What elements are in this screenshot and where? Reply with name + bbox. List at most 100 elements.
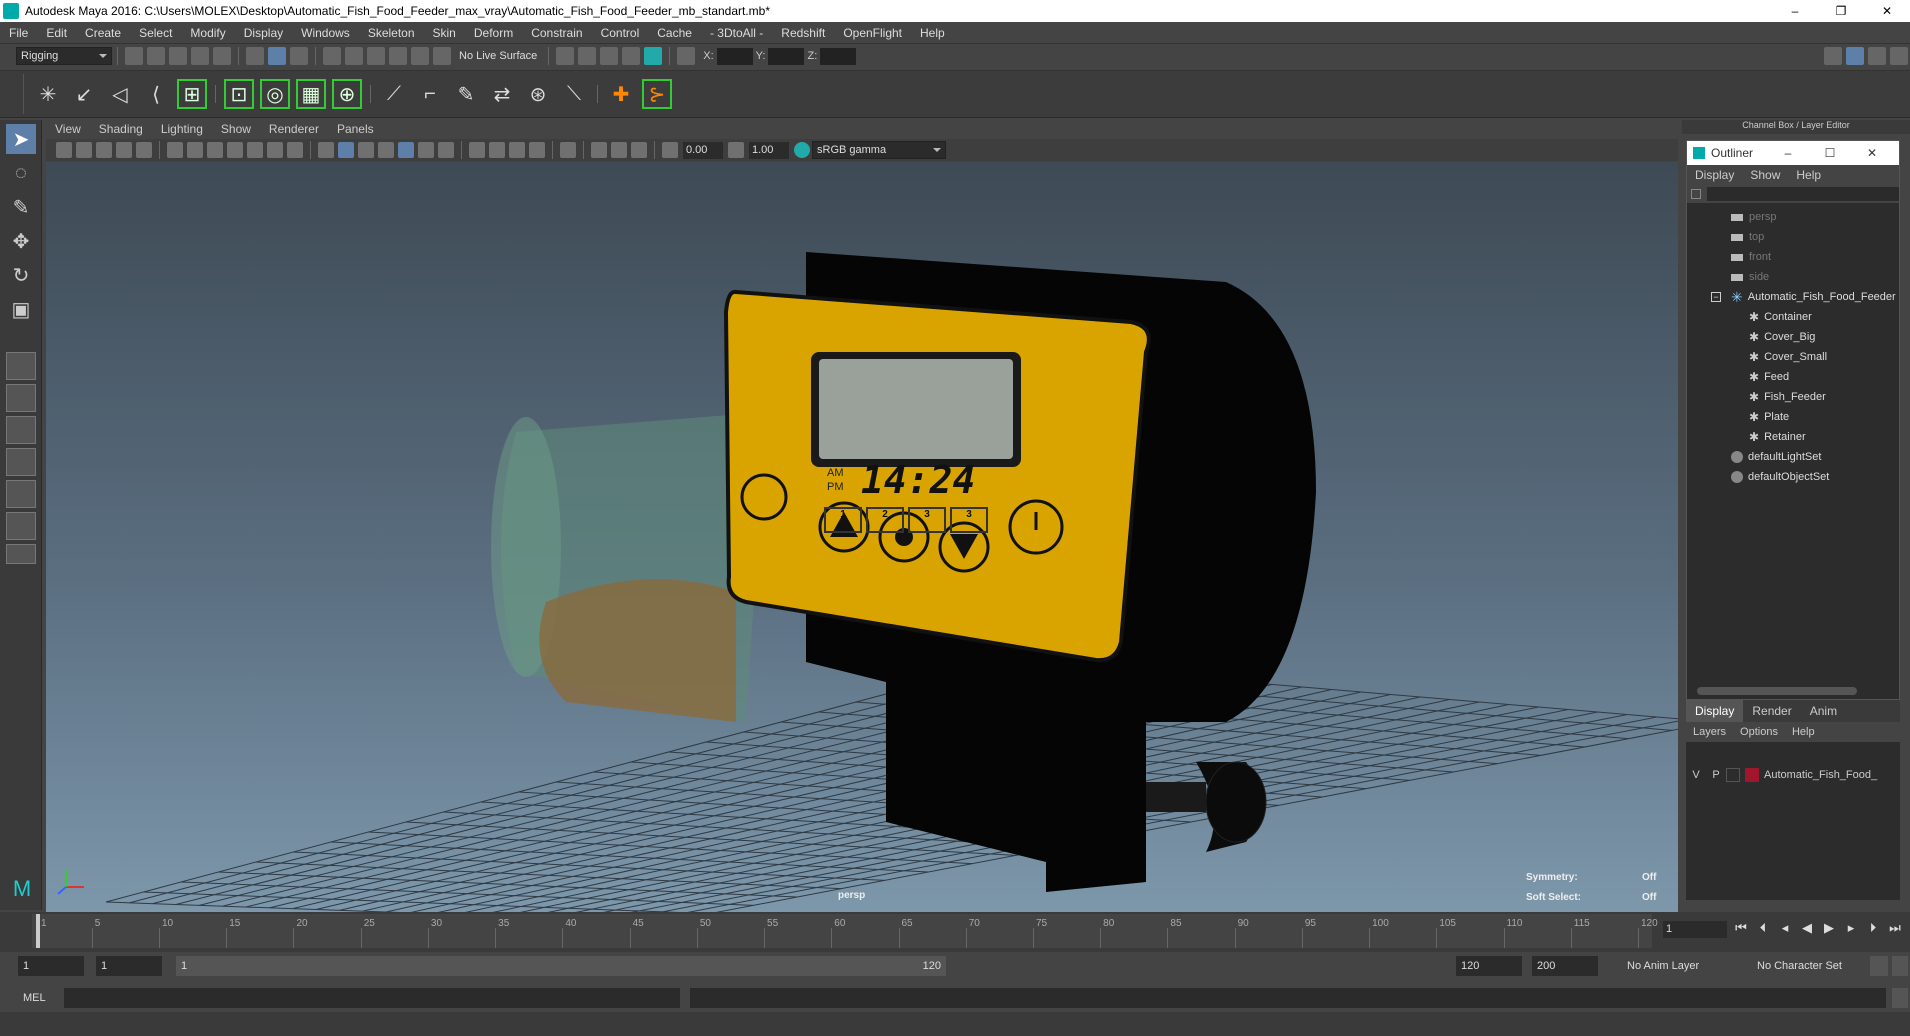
- panel-menu-renderer[interactable]: Renderer: [260, 122, 328, 136]
- use-all-lights-icon[interactable]: [418, 142, 434, 158]
- animation-end-field[interactable]: 200: [1532, 956, 1598, 976]
- wireframe-icon[interactable]: [318, 142, 334, 158]
- hypershade-icon[interactable]: [644, 47, 663, 65]
- mirror-weights-icon[interactable]: ⇄: [487, 79, 517, 109]
- collapse-icon[interactable]: −: [1711, 292, 1721, 302]
- time-ruler[interactable]: 1 5 10 15 20 25 30 35 40 45 50 55 60 65 70 75 80 85 90 95 10…: [32, 914, 1658, 948]
- mode-dropdown[interactable]: Rigging: [16, 47, 112, 65]
- locator-icon[interactable]: ⊞: [177, 79, 207, 109]
- single-perspective-layout-icon[interactable]: [6, 352, 36, 380]
- tree-item-camera[interactable]: side: [1687, 267, 1899, 287]
- playback-end-field[interactable]: 120: [1456, 956, 1522, 976]
- color-management-icon[interactable]: [794, 142, 810, 158]
- persp-graph-layout-icon[interactable]: [6, 480, 36, 508]
- character-set-dropdown[interactable]: No Character Set: [1752, 956, 1862, 976]
- menu-redshift[interactable]: Redshift: [772, 26, 834, 40]
- menu-select[interactable]: Select: [130, 26, 181, 40]
- outliner-close-button[interactable]: ✕: [1851, 146, 1893, 160]
- menu-openflight[interactable]: OpenFlight: [834, 26, 911, 40]
- menu-3dtoall[interactable]: - 3DtoAll -: [701, 26, 772, 40]
- new-scene-icon[interactable]: [125, 47, 143, 65]
- redo-icon[interactable]: [213, 47, 231, 65]
- current-time-indicator[interactable]: [36, 914, 40, 948]
- paint-weights-icon[interactable]: ✎: [451, 79, 481, 109]
- panel-menu-show[interactable]: Show: [212, 122, 260, 136]
- step-forward-key-icon[interactable]: ⏵: [1864, 920, 1882, 938]
- camera-bookmark-icon[interactable]: [76, 142, 92, 158]
- lattice-icon[interactable]: ◎: [260, 79, 290, 109]
- xray-active-icon[interactable]: [611, 142, 627, 158]
- panel-menu-panels[interactable]: Panels: [328, 122, 383, 136]
- isolate-select-icon[interactable]: [560, 142, 576, 158]
- menu-help[interactable]: Help: [911, 26, 954, 40]
- tab-render[interactable]: Render: [1743, 700, 1800, 722]
- lasso-tool-icon[interactable]: ◌: [6, 158, 36, 188]
- outliner-menu-help[interactable]: Help: [1788, 168, 1829, 182]
- render-view-icon[interactable]: [556, 47, 575, 65]
- tree-item-set[interactable]: defaultLightSet: [1687, 447, 1899, 467]
- outliner-menu-show[interactable]: Show: [1742, 168, 1788, 182]
- hypershade-layout-icon[interactable]: [6, 512, 36, 540]
- layer-visibility-toggle[interactable]: V: [1686, 769, 1706, 781]
- xray-icon[interactable]: [591, 142, 607, 158]
- menu-skin[interactable]: Skin: [424, 26, 465, 40]
- close-button[interactable]: ✕: [1864, 4, 1910, 18]
- resolution-gate-icon[interactable]: [207, 142, 223, 158]
- tree-item-mesh[interactable]: ✱ Fish_Feeder: [1687, 387, 1899, 407]
- exposure-field[interactable]: 0.00: [683, 141, 723, 159]
- layer-menu-layers[interactable]: Layers: [1686, 726, 1733, 738]
- ipr-render-icon[interactable]: [600, 47, 619, 65]
- live-surface-icon[interactable]: [433, 47, 451, 65]
- tree-item-mesh[interactable]: ✱ Plate: [1687, 407, 1899, 427]
- current-frame-field[interactable]: 1: [1663, 920, 1727, 938]
- menu-create[interactable]: Create: [76, 26, 130, 40]
- menu-display[interactable]: Display: [235, 26, 292, 40]
- depth-of-field-icon[interactable]: [529, 142, 545, 158]
- smooth-shade-icon[interactable]: [338, 142, 354, 158]
- menu-control[interactable]: Control: [592, 26, 649, 40]
- snap-grid-icon[interactable]: [323, 47, 341, 65]
- save-scene-icon[interactable]: [169, 47, 187, 65]
- film-gate-icon[interactable]: [187, 142, 203, 158]
- range-bar[interactable]: 1 120: [176, 956, 946, 976]
- menu-edit[interactable]: Edit: [37, 26, 76, 40]
- shelf-tabs-toggle[interactable]: [6, 74, 24, 114]
- render-frame-icon[interactable]: [578, 47, 597, 65]
- tree-item-mesh[interactable]: ✱ Cover_Small: [1687, 347, 1899, 367]
- tree-item-mesh[interactable]: ✱ Retainer: [1687, 427, 1899, 447]
- open-scene-icon[interactable]: [147, 47, 165, 65]
- ik-spline-icon[interactable]: ◁: [105, 79, 135, 109]
- transform-mode-icon[interactable]: [677, 47, 696, 65]
- wireframe-on-shaded-icon[interactable]: [378, 142, 394, 158]
- play-forward-icon[interactable]: ▶: [1820, 920, 1838, 938]
- step-back-key-icon[interactable]: ⏴: [1754, 920, 1772, 938]
- insert-joint-icon[interactable]: ⟨: [141, 79, 171, 109]
- layer-menu-help[interactable]: Help: [1785, 726, 1822, 738]
- tree-item-set[interactable]: defaultObjectSet: [1687, 467, 1899, 487]
- mel-label[interactable]: MEL: [18, 988, 58, 1008]
- anim-layer-dropdown[interactable]: No Anim Layer: [1622, 956, 1732, 976]
- joint-tool-icon[interactable]: ✳: [33, 79, 63, 109]
- more-layouts-icon[interactable]: [6, 544, 36, 564]
- toggle-channel-box-icon[interactable]: [1846, 47, 1864, 65]
- select-hierarchy-icon[interactable]: [246, 47, 264, 65]
- motion-blur-icon[interactable]: [489, 142, 505, 158]
- multisample-aa-icon[interactable]: [509, 142, 525, 158]
- copy-weights-icon[interactable]: ⊛: [523, 79, 553, 109]
- colorspace-dropdown[interactable]: sRGB gamma: [812, 141, 946, 159]
- camera-attributes-icon[interactable]: [56, 142, 72, 158]
- panel-menu-view[interactable]: View: [46, 122, 90, 136]
- select-component-icon[interactable]: [290, 47, 308, 65]
- menu-skeleton[interactable]: Skeleton: [359, 26, 424, 40]
- 2d-pan-zoom-icon[interactable]: [116, 142, 132, 158]
- outliner-maximize-button[interactable]: ☐: [1809, 146, 1851, 160]
- xray-joints-icon[interactable]: [631, 142, 647, 158]
- layer-menu-options[interactable]: Options: [1733, 726, 1785, 738]
- safe-title-icon[interactable]: [287, 142, 303, 158]
- preferences-icon[interactable]: [1892, 956, 1908, 976]
- script-editor-icon[interactable]: [1892, 988, 1908, 1008]
- wrap-icon[interactable]: ▦: [296, 79, 326, 109]
- layer-playback-toggle[interactable]: P: [1706, 769, 1726, 781]
- two-pane-layout-icon[interactable]: [6, 416, 36, 444]
- step-forward-frame-icon[interactable]: ▸: [1842, 920, 1860, 938]
